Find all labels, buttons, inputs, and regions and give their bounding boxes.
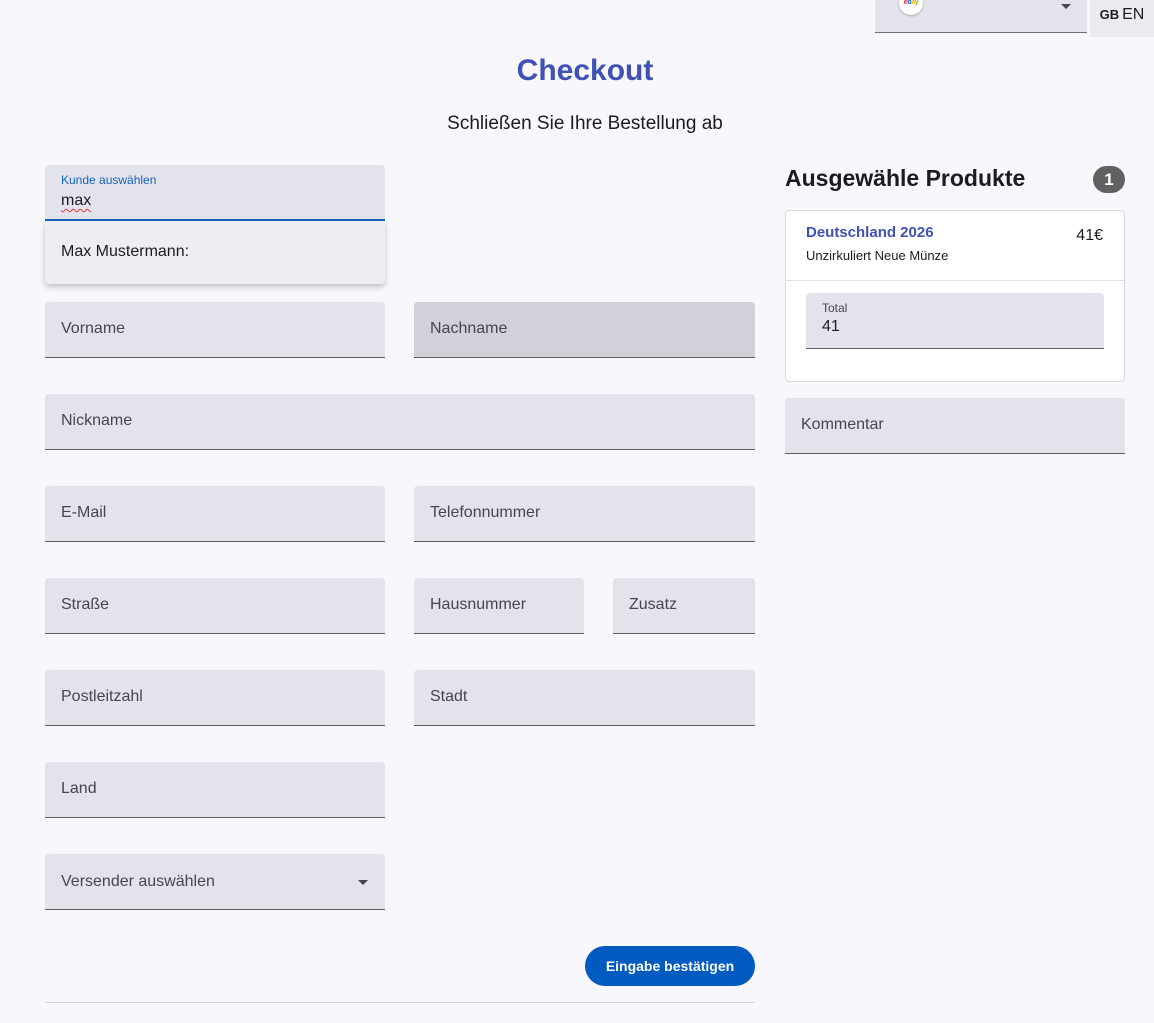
postleitzahl-placeholder: Postleitzahl xyxy=(61,688,143,705)
page-title: Checkout xyxy=(516,54,654,87)
zusatz-field[interactable]: Zusatz xyxy=(613,578,755,634)
total-field[interactable]: Total 41 xyxy=(806,293,1104,349)
nachname-field[interactable]: Nachname xyxy=(414,302,755,358)
email-field[interactable]: E-Mail xyxy=(45,486,385,542)
page-subtitle: Schließen Sie Ihre Bestellung ab xyxy=(447,113,723,134)
telefon-field[interactable]: Telefonnummer xyxy=(414,486,755,542)
shop-select[interactable]: ebay xyxy=(875,0,1087,33)
email-placeholder: E-Mail xyxy=(61,504,107,521)
postleitzahl-field[interactable]: Postleitzahl xyxy=(45,670,385,726)
customer-suggestions: Max Mustermann: xyxy=(45,221,385,284)
strasse-field[interactable]: Straße xyxy=(45,578,385,634)
versender-placeholder: Versender auswählen xyxy=(61,873,215,890)
nachname-placeholder: Nachname xyxy=(430,320,508,337)
product-name: Deutschland 2026 xyxy=(806,224,934,241)
ebay-logo-icon: ebay xyxy=(899,0,923,15)
kommentar-field[interactable]: Kommentar xyxy=(785,398,1125,454)
products-count-badge: 1 xyxy=(1093,166,1125,193)
vorname-placeholder: Vorname xyxy=(61,320,126,337)
versender-select[interactable]: Versender auswählen xyxy=(45,854,385,910)
strasse-placeholder: Straße xyxy=(61,596,110,613)
customer-select-value: max xyxy=(61,192,92,209)
nickname-field[interactable]: Nickname xyxy=(45,394,755,450)
customer-option[interactable]: Max Mustermann: xyxy=(61,243,189,261)
stadt-placeholder: Stadt xyxy=(430,688,468,705)
land-field[interactable]: Land xyxy=(45,762,385,818)
product-price: 41€ xyxy=(1076,227,1103,244)
stadt-field[interactable]: Stadt xyxy=(414,670,755,726)
nickname-placeholder: Nickname xyxy=(61,412,133,429)
confirm-button[interactable]: Eingabe bestätigen xyxy=(585,946,755,986)
language-code: EN xyxy=(1122,6,1145,23)
telefon-placeholder: Telefonnummer xyxy=(430,504,541,521)
chevron-down-icon xyxy=(1061,4,1071,9)
product-description: Unzirkuliert Neue Münze xyxy=(806,248,949,263)
chevron-down-icon xyxy=(358,880,368,885)
hausnummer-field[interactable]: Hausnummer xyxy=(414,578,584,634)
card-divider xyxy=(786,280,1124,281)
hausnummer-placeholder: Hausnummer xyxy=(430,596,527,613)
vorname-field[interactable]: Vorname xyxy=(45,302,385,358)
total-value: 41 xyxy=(822,318,840,335)
customer-select-label: Kunde auswählen xyxy=(61,173,157,187)
customer-select-input[interactable]: Kunde auswählen max xyxy=(45,165,385,221)
divider xyxy=(45,1002,755,1003)
language-switcher[interactable]: GB EN xyxy=(1090,0,1154,37)
products-title: Ausgewähle Produkte xyxy=(785,165,1026,191)
kommentar-placeholder: Kommentar xyxy=(801,416,884,433)
land-placeholder: Land xyxy=(61,780,97,797)
product-card: Deutschland 2026 Unzirkuliert Neue Münze… xyxy=(785,210,1125,382)
total-label: Total xyxy=(822,301,848,315)
zusatz-placeholder: Zusatz xyxy=(629,596,678,613)
language-flag: GB xyxy=(1099,7,1120,22)
